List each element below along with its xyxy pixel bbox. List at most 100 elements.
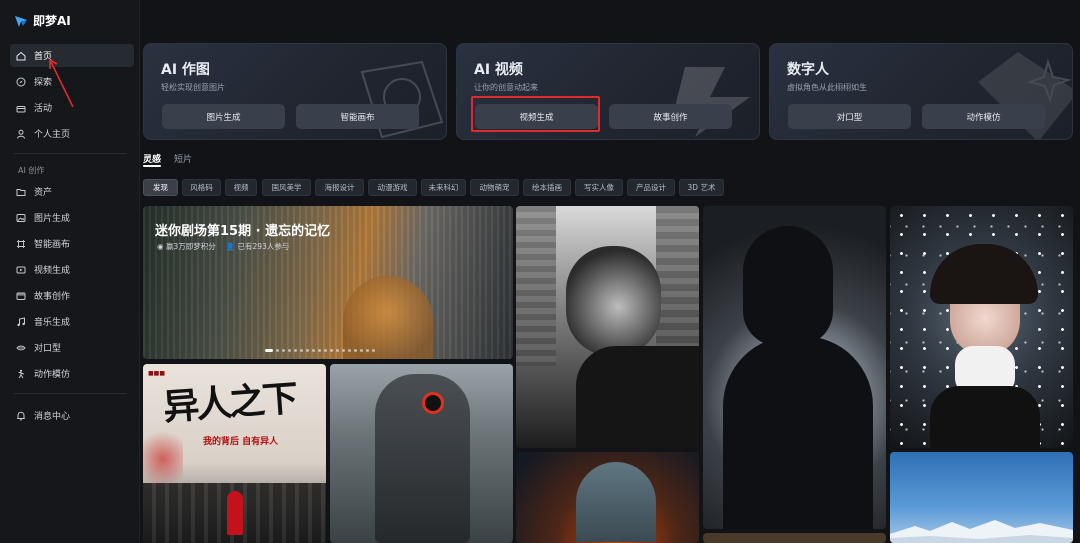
film-icon [16, 291, 26, 301]
chip-style-code[interactable]: 风格码 [182, 179, 221, 196]
sidebar-item-label: 资产 [34, 188, 53, 198]
sidebar-item-label: 智能画布 [34, 240, 71, 250]
carousel-dot[interactable] [336, 349, 339, 352]
carousel-dot[interactable] [342, 349, 345, 352]
app-name: 即梦AI [33, 14, 71, 28]
sidebar-item-motion[interactable]: 动作模仿 [10, 362, 134, 385]
chip-discover[interactable]: 发现 [143, 179, 178, 196]
sidebar-item-label: 消息中心 [34, 412, 71, 422]
buildings-left [516, 206, 556, 366]
sidebar-item-lipsync[interactable]: 对口型 [10, 336, 134, 359]
sidebar-item-explore[interactable]: 探索 [10, 70, 134, 93]
poster-corner-stamp: ■■■ [148, 370, 166, 377]
carousel-dots[interactable] [265, 349, 375, 352]
image-generate-button[interactable]: 图片生成 [162, 104, 285, 129]
portrait-head [566, 246, 661, 356]
carousel-dot[interactable] [366, 349, 369, 352]
sidebar-item-label: 对口型 [34, 344, 62, 354]
carousel-dot[interactable] [265, 349, 273, 352]
sidebar-item-label: 音乐生成 [34, 318, 71, 328]
carousel-dot[interactable] [360, 349, 363, 352]
feed-item-fantasy[interactable] [516, 452, 699, 543]
motion-mimic-button[interactable]: 动作模仿 [922, 104, 1045, 129]
carousel-dot[interactable] [348, 349, 351, 352]
canvas-icon [16, 239, 26, 249]
sidebar-item-activity[interactable]: 活动 [10, 96, 134, 119]
chip-3d-art[interactable]: 3D 艺术 [679, 179, 724, 196]
gift-icon [16, 103, 26, 113]
sidebar-item-image-gen[interactable]: 图片生成 [10, 206, 134, 229]
app-logo[interactable]: 即梦AI [14, 12, 71, 29]
chip-pets[interactable]: 动物萌宠 [470, 179, 519, 196]
carousel-dot[interactable] [330, 349, 333, 352]
card-title: 数字人 [787, 62, 829, 78]
feed-item-partial[interactable] [703, 533, 886, 543]
carousel-dot[interactable] [354, 349, 357, 352]
carousel-dot[interactable] [288, 349, 291, 352]
chip-poster[interactable]: 海报设计 [315, 179, 364, 196]
sidebar-item-label: 动作模仿 [34, 370, 71, 380]
lipsync-button[interactable]: 对口型 [788, 104, 911, 129]
sidebar-divider [14, 153, 126, 154]
sidebar-item-label: 视频生成 [34, 266, 71, 276]
story-create-button[interactable]: 故事创作 [609, 104, 732, 129]
carousel-dot[interactable] [282, 349, 285, 352]
chip-guofeng[interactable]: 国风美学 [262, 179, 311, 196]
poster-red-figure [227, 491, 243, 535]
sidebar-divider [14, 393, 126, 394]
girl-coat [930, 386, 1040, 448]
chip-picture-book[interactable]: 绘本插画 [523, 179, 571, 196]
poster-title: 异人之下 [161, 377, 297, 429]
sidebar-item-messages[interactable]: 消息中心 [10, 404, 134, 427]
video-generate-button[interactable]: 视频生成 [475, 104, 598, 129]
banner-participants: 👤 已有293人参与 [225, 242, 290, 251]
silhouette-body [723, 336, 873, 529]
carousel-dot[interactable] [372, 349, 375, 352]
banner-mini-theater[interactable]: 迷你剧场第15期 · 遗忘的记忆 ◉ 赢3万即梦积分 👤 已有293人参与 [143, 206, 513, 359]
feed-item-portrait-bw[interactable] [516, 206, 699, 448]
carousel-dot[interactable] [306, 349, 309, 352]
sidebar-item-profile[interactable]: 个人主页 [10, 122, 134, 145]
banner-reward: ◉ 赢3万即梦积分 [157, 242, 216, 251]
sidebar-item-assets[interactable]: 资产 [10, 180, 134, 203]
sidebar-item-label: 图片生成 [34, 214, 71, 224]
sidebar-item-music[interactable]: 音乐生成 [10, 310, 134, 333]
chip-video[interactable]: 视频 [225, 179, 257, 196]
feed-item-mountains[interactable] [890, 452, 1073, 543]
mountain-range [890, 520, 1073, 543]
carousel-dot[interactable] [300, 349, 303, 352]
fantasy-figure [576, 462, 656, 542]
feed-item-silhouette[interactable] [703, 206, 886, 529]
sidebar-item-canvas[interactable]: 智能画布 [10, 232, 134, 255]
tab-active-indicator [143, 165, 161, 167]
feed-item-robot[interactable] [330, 364, 513, 543]
poster-red-splash [143, 424, 183, 494]
image-icon [16, 213, 26, 223]
sidebar-item-home[interactable]: 首页 [10, 44, 134, 67]
chip-portrait[interactable]: 写实人像 [575, 179, 623, 196]
feed-item-poster[interactable]: ■■■ 异人之下 我的背后 自有异人 [143, 364, 326, 543]
carousel-dot[interactable] [318, 349, 321, 352]
chip-product[interactable]: 产品设计 [627, 179, 675, 196]
sidebar: 即梦AI 首页 探索 活动 个人主页 AI 创作 资产 图片生成 智能画布 视频… [0, 0, 140, 543]
video-icon [16, 265, 26, 275]
chip-anime-game[interactable]: 动漫游戏 [368, 179, 417, 196]
user-icon [16, 129, 26, 139]
smart-canvas-button[interactable]: 智能画布 [296, 104, 419, 129]
lipsync-icon [16, 343, 26, 353]
sidebar-item-story[interactable]: 故事创作 [10, 284, 134, 307]
chip-scifi[interactable]: 未来科幻 [421, 179, 466, 196]
tab-inspiration[interactable]: 灵感 [143, 152, 161, 165]
carousel-dot[interactable] [276, 349, 279, 352]
card-subtitle: 虚拟角色从此栩栩如生 [787, 83, 867, 92]
feed-item-snow-girl[interactable] [890, 206, 1073, 448]
card-title: AI 作图 [161, 62, 210, 78]
sidebar-item-label: 个人主页 [34, 130, 71, 140]
sidebar-item-video-gen[interactable]: 视频生成 [10, 258, 134, 281]
banner-title: 迷你剧场第15期 · 遗忘的记忆 [155, 224, 331, 239]
tab-shorts[interactable]: 短片 [174, 152, 192, 165]
carousel-dot[interactable] [312, 349, 315, 352]
carousel-dot[interactable] [324, 349, 327, 352]
compass-icon [16, 77, 26, 87]
carousel-dot[interactable] [294, 349, 297, 352]
